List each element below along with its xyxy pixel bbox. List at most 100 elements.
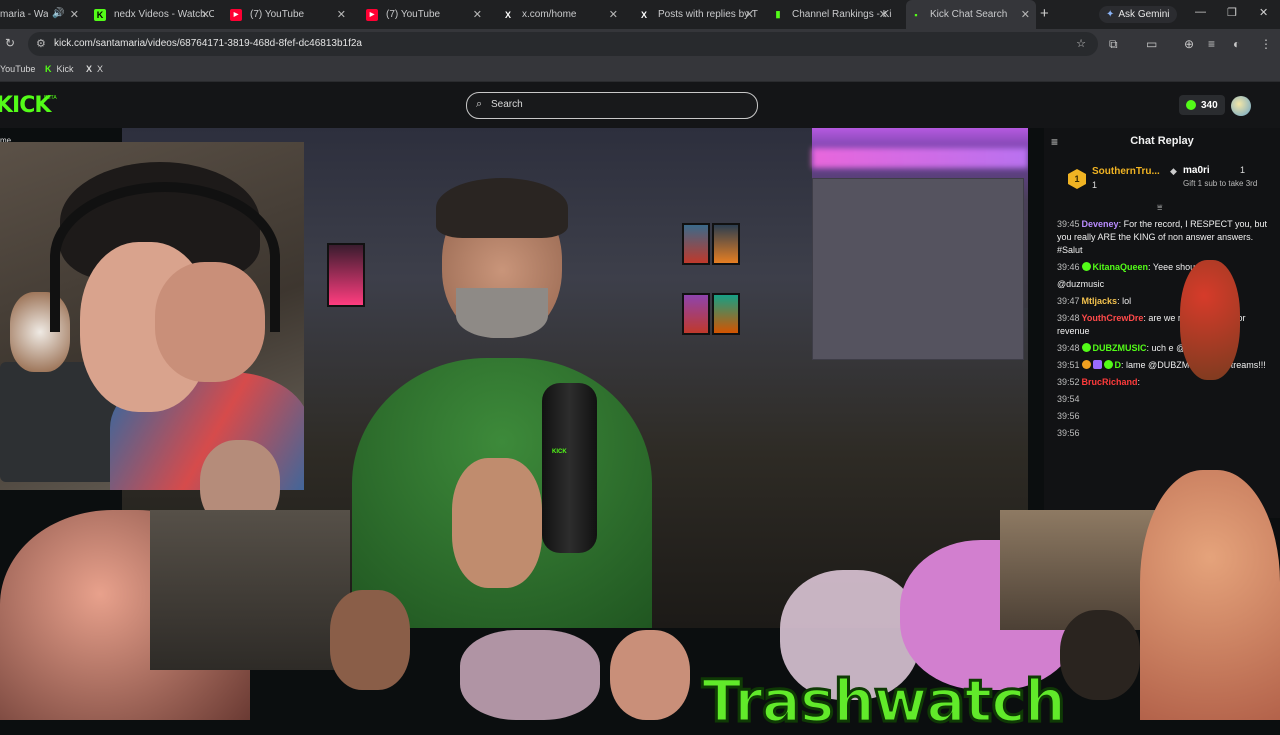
chat-text: @duzmusic (1057, 279, 1105, 289)
chat-message[interactable]: 39:54 (1057, 393, 1277, 406)
tab-title: Posts with replies by Tr (658, 9, 758, 20)
search-input[interactable]: ⌕ Search (466, 92, 758, 119)
gifter-badge-icon (1081, 360, 1091, 369)
tab-2[interactable]: ▶ (7) YouTube ✕ (230, 0, 352, 29)
chat-text: Yeee shou (1152, 262, 1196, 272)
tab-title: maria - Watc (0, 9, 48, 20)
more-menu-icon[interactable]: ⋮ (1260, 37, 1272, 51)
chat-message[interactable]: 39:56 (1057, 427, 1277, 440)
points-badge[interactable]: 340 (1179, 95, 1225, 115)
reload-icon[interactable]: ↻ (5, 36, 15, 50)
speaker-icon[interactable]: 🔊 (52, 8, 64, 19)
bookmark-label: Kick (56, 64, 74, 74)
youtube-favicon-icon: ▶ (230, 8, 242, 21)
verified-badge-icon (1103, 360, 1113, 369)
tab-title: Kick Chat Search (930, 9, 1008, 20)
new-tab-button[interactable]: + (1040, 5, 1049, 22)
chat-timestamp: 39:45 (1057, 219, 1080, 229)
site-info-icon[interactable]: ⚙ (36, 37, 46, 50)
gemini-label: Ask Gemini (1118, 9, 1170, 20)
chat-timestamp: 39:56 (1057, 428, 1080, 438)
chat-message[interactable]: 39:48YouthCrewDre: are we r ads too help… (1057, 312, 1277, 338)
close-tab-icon[interactable]: ✕ (745, 8, 754, 21)
chat-timestamp: 39:54 (1057, 394, 1080, 404)
chat-message[interactable]: 39:47 Mtljacks: lol (1057, 295, 1277, 308)
ask-gemini-button[interactable]: ✦ Ask Gemini (1099, 6, 1177, 23)
chat-text: lol (1122, 296, 1132, 306)
close-tab-icon[interactable]: ✕ (609, 8, 618, 21)
cast-icon[interactable]: ▭ (1146, 37, 1157, 51)
bookmark-youtube[interactable]: YouTube (0, 64, 35, 74)
chat-username[interactable]: YouthCrewDre (1082, 313, 1144, 323)
download-icon[interactable]: ⊕ (1184, 37, 1194, 51)
chat-username[interactable]: Deveney (1082, 219, 1119, 229)
close-tab-icon[interactable]: ✕ (70, 8, 79, 21)
tab-title: x.com/home (522, 9, 577, 20)
tab-5[interactable]: X Posts with replies by Tr ✕ (638, 0, 760, 29)
avatar[interactable] (1231, 96, 1251, 116)
microphone (542, 383, 597, 553)
chat-timestamp: 39:48 (1057, 313, 1080, 323)
mic-label: KICK (552, 449, 567, 455)
chat-timestamp: 39:56 (1057, 411, 1080, 421)
chat-message[interactable]: 39:45 Deveney: For the record, I RESPECT … (1057, 218, 1277, 257)
gift-cta[interactable]: Gift 1 sub to take 3rd (1183, 179, 1273, 189)
gifter-count: 1 (1092, 180, 1098, 190)
bookmark-kick[interactable]: K Kick (45, 64, 74, 74)
chat-filter-icon[interactable]: ⩸ (1157, 202, 1162, 213)
close-tab-icon[interactable]: ✕ (473, 8, 482, 21)
extensions-icon[interactable]: ⧉ (1109, 37, 1118, 52)
points-value: 340 (1201, 99, 1218, 111)
chat-message[interactable]: 39:52 BrucRichand: (1057, 376, 1277, 389)
close-window-icon[interactable]: ✕ (1259, 6, 1268, 19)
kick-icon: K (45, 64, 52, 74)
bookmark-star-icon[interactable]: ☆ (1076, 37, 1086, 50)
kick-favicon-icon: K (94, 8, 106, 21)
tab-3[interactable]: ▶ (7) YouTube ✕ (366, 0, 488, 29)
top-gifter-2[interactable]: ◆ ma0ri 1 Gift 1 sub to take 3rd (1168, 164, 1280, 196)
kick-favicon-icon: ▪ (914, 9, 918, 20)
chat-message[interactable]: 39:51D: lame @DUBZMUSIC for streams!!! (1057, 359, 1277, 372)
kick-beta-tag: BETA (44, 95, 57, 101)
media-controls-icon[interactable]: ≡ (1208, 37, 1215, 51)
url-field[interactable]: ⚙ kick.com/santamaria/videos/68764171-38… (28, 32, 1098, 56)
chat-message[interactable]: 39:48 DUBZMUSIC: uch e @s (1057, 342, 1277, 355)
tab-4[interactable]: X x.com/home ✕ (502, 0, 624, 29)
profile-icon[interactable]: ◐ (1233, 37, 1240, 51)
chat-timestamp: 39:48 (1057, 343, 1080, 353)
chat-username[interactable]: BrucRichand (1082, 377, 1138, 387)
maximize-icon[interactable]: ❐ (1227, 6, 1237, 19)
video-light (812, 148, 1028, 168)
close-tab-icon[interactable]: ✕ (337, 8, 346, 21)
top-gifter-1[interactable]: 1 SouthernTru... 1 (1068, 164, 1168, 196)
close-tab-icon[interactable]: ✕ (1021, 8, 1030, 21)
gemini-sparkle-icon: ✦ (1106, 9, 1115, 20)
bookmark-label: YouTube (0, 64, 36, 74)
chat-message[interactable]: 39:56 (1057, 410, 1277, 423)
chat-timestamp: 39:46 (1057, 262, 1080, 272)
rank-badge-icon: 1 (1068, 169, 1086, 189)
tab-0[interactable]: maria - Watc 🔊 ✕ (0, 0, 85, 29)
chat-messages: 39:45 Deveney: For the record, I RESPECT … (1057, 218, 1277, 444)
close-tab-icon[interactable]: ✕ (201, 8, 210, 21)
trashwatch-overlay-text: Trashwatch (701, 666, 1068, 735)
subscriber-badge-icon (1092, 360, 1102, 369)
close-tab-icon[interactable]: ✕ (879, 8, 888, 21)
gift-icon: ◆ (1170, 166, 1177, 176)
webcam-overlay-left (0, 142, 304, 490)
tab-6[interactable]: ▮ Channel Rankings - Kic ✕ (772, 0, 894, 29)
chart-favicon-icon: ▮ (775, 9, 781, 19)
x-favicon-icon: X (504, 9, 511, 20)
chat-message[interactable]: 39:46 KitanaQueen: Yeee shou (1057, 261, 1277, 274)
bookmark-x[interactable]: X X (86, 64, 103, 74)
chat-username[interactable]: KitanaQueen (1093, 262, 1149, 272)
chat-username[interactable]: DUBZMUSIC (1093, 343, 1147, 353)
chat-timestamp: 39:51 (1057, 360, 1080, 370)
kick-logo[interactable]: KICK (0, 93, 51, 118)
minimize-icon[interactable]: — (1195, 6, 1206, 18)
chat-message[interactable]: @duzmusic (1057, 278, 1277, 291)
tab-title: (7) YouTube (250, 9, 305, 20)
tab-7[interactable]: ▪ Kick Chat Search ✕ (906, 0, 1036, 29)
tab-1[interactable]: K nedx Videos - Watch C ✕ (94, 0, 216, 29)
chat-username[interactable]: Mtljacks (1082, 296, 1118, 306)
